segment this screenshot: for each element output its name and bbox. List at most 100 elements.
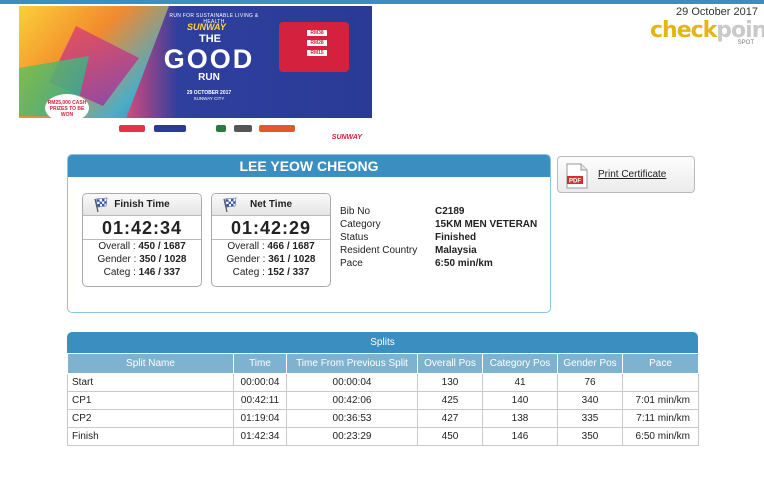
overall-label: Overall : — [227, 241, 265, 252]
table-row: Finish 01:42:34 00:23:29 450 146 350 6:5… — [67, 427, 699, 446]
status-value: Finished — [435, 232, 477, 243]
categ-label: Categ : — [232, 267, 265, 278]
finish-categ-value: 146 / 337 — [138, 267, 181, 278]
sponsor-logo — [119, 125, 145, 132]
table-row: CP1 00:42:11 00:42:06 425 140 340 7:01 m… — [67, 391, 699, 410]
overall-label: Overall : — [98, 241, 136, 252]
banner-run: RUN — [198, 72, 220, 83]
table-row: Start 00:00:04 00:00:04 130 41 76 — [67, 373, 699, 392]
split-overall-pos: 450 — [417, 427, 483, 446]
net-time-label: Net Time — [249, 199, 293, 210]
split-category-pos: 41 — [482, 373, 558, 392]
net-time-header: Net Time — [212, 194, 330, 216]
checkpoint-logo[interactable]: checkpoint SPOT — [650, 18, 764, 50]
splits-table: Split Name Time Time From Previous Split… — [67, 353, 699, 446]
info-key: Status — [340, 232, 369, 243]
split-category-pos: 146 — [482, 427, 558, 446]
brand-word-main: check — [650, 18, 717, 43]
categ-label: Categ : — [103, 267, 136, 278]
column-header: Time From Previous Split — [286, 353, 418, 374]
finish-overall-row: Overall : 450 / 1687 — [83, 240, 201, 253]
split-name: Finish — [67, 427, 234, 446]
net-overall-value: 466 / 1687 — [267, 241, 315, 252]
net-gender-value: 361 / 1028 — [268, 254, 316, 265]
net-categ-value: 152 / 337 — [267, 267, 310, 278]
split-time-from-previous: 00:00:04 — [286, 373, 418, 392]
split-time: 01:42:34 — [233, 427, 287, 446]
split-category-pos: 138 — [482, 409, 558, 428]
bib-number: C2189 — [435, 206, 465, 217]
info-key: Pace — [340, 258, 363, 269]
net-categ-row: Categ : 152 / 337 — [212, 266, 330, 279]
split-time: 00:00:04 — [233, 373, 287, 392]
pdf-icon: PDF — [566, 163, 588, 189]
banner-footer-logo: SUNWAY — [331, 134, 362, 141]
info-key: Category — [340, 219, 381, 230]
info-row-category: Category 15KM MEN VETERAN — [340, 218, 537, 231]
split-overall-pos: 425 — [417, 391, 483, 410]
split-category-pos: 140 — [482, 391, 558, 410]
info-row-status: Status Finished — [340, 231, 537, 244]
brand-sub: SPOT — [737, 40, 754, 46]
split-gender-pos: 335 — [557, 409, 623, 428]
splits-header-row: Split Name Time Time From Previous Split… — [67, 353, 699, 374]
banner-price-box: RM38 RM28 RM15 — [279, 22, 349, 72]
splits-title: Splits — [67, 332, 698, 353]
split-pace — [622, 373, 699, 392]
finish-overall-value: 450 / 1687 — [138, 241, 186, 252]
splits-section: Splits Split Name Time Time From Previou… — [67, 332, 699, 446]
info-key: Bib No — [340, 206, 371, 217]
top-accent-bar — [0, 0, 764, 4]
net-overall-row: Overall : 466 / 1687 — [212, 240, 330, 253]
sponsor-logo — [216, 125, 226, 132]
banner-price: RM28 — [307, 40, 327, 46]
info-row-pace: Pace 6:50 min/km — [340, 257, 537, 270]
finish-gender-row: Gender : 350 / 1028 — [83, 253, 201, 266]
finish-time-label: Finish Time — [114, 199, 170, 210]
sponsor-logo — [234, 125, 252, 132]
split-pace: 7:11 min/km — [622, 409, 699, 428]
pdf-icon-text: PDF — [569, 179, 581, 185]
country-value: Malaysia — [435, 245, 477, 256]
banner-price: RM15 — [307, 50, 327, 56]
checkered-flag-icon — [223, 197, 237, 213]
banner-price: RM38 — [307, 30, 327, 36]
split-name: CP1 — [67, 391, 234, 410]
column-header: Time — [233, 353, 287, 374]
column-header: Gender Pos — [557, 353, 623, 374]
net-time-value: 01:42:29 — [212, 216, 330, 240]
split-time-from-previous: 00:42:06 — [286, 391, 418, 410]
info-key: Resident Country — [340, 245, 418, 256]
table-row: CP2 01:19:04 00:36:53 427 138 335 7:11 m… — [67, 409, 699, 428]
pace-value: 6:50 min/km — [435, 258, 493, 269]
net-time-box: Net Time 01:42:29 Overall : 466 / 1687 G… — [211, 193, 331, 287]
info-row-bib: Bib No C2189 — [340, 205, 537, 218]
sponsor-logo — [154, 125, 186, 132]
split-pace: 7:01 min/km — [622, 391, 699, 410]
participant-name: LEE YEOW CHEONG — [68, 155, 550, 177]
split-gender-pos: 340 — [557, 391, 623, 410]
gender-label: Gender : — [97, 254, 137, 265]
split-time-from-previous: 00:23:29 — [286, 427, 418, 446]
category-value: 15KM MEN VETERAN — [435, 219, 538, 230]
finish-time-box: Finish Time 01:42:34 Overall : 450 / 168… — [82, 193, 202, 287]
banner-venue: SUNWAY CITY — [193, 96, 225, 101]
split-overall-pos: 427 — [417, 409, 483, 428]
split-time: 00:42:11 — [233, 391, 287, 410]
participant-panel: LEE YEOW CHEONG Finish Time 01:42:34 Ove… — [67, 154, 551, 313]
print-certificate-label[interactable]: Print Certificate — [598, 169, 666, 180]
print-certificate-button[interactable]: PDF Print Certificate — [557, 156, 695, 193]
sponsor-logo — [259, 125, 295, 132]
page-date: 29 October 2017 — [676, 6, 758, 18]
column-header: Split Name — [67, 353, 234, 374]
split-time-from-previous: 00:36:53 — [286, 409, 418, 428]
column-header: Pace — [622, 353, 699, 374]
column-header: Overall Pos — [417, 353, 483, 374]
checkered-flag-icon — [94, 197, 108, 213]
event-banner: RUN FOR SUSTAINABLE LIVING & HEALTH SUNW… — [19, 6, 372, 144]
split-name: Start — [67, 373, 234, 392]
split-name: CP2 — [67, 409, 234, 428]
participant-info: Bib No C2189 Category 15KM MEN VETERAN Sta… — [340, 205, 537, 270]
finish-time-value: 01:42:34 — [83, 216, 201, 240]
gender-label: Gender : — [226, 254, 266, 265]
